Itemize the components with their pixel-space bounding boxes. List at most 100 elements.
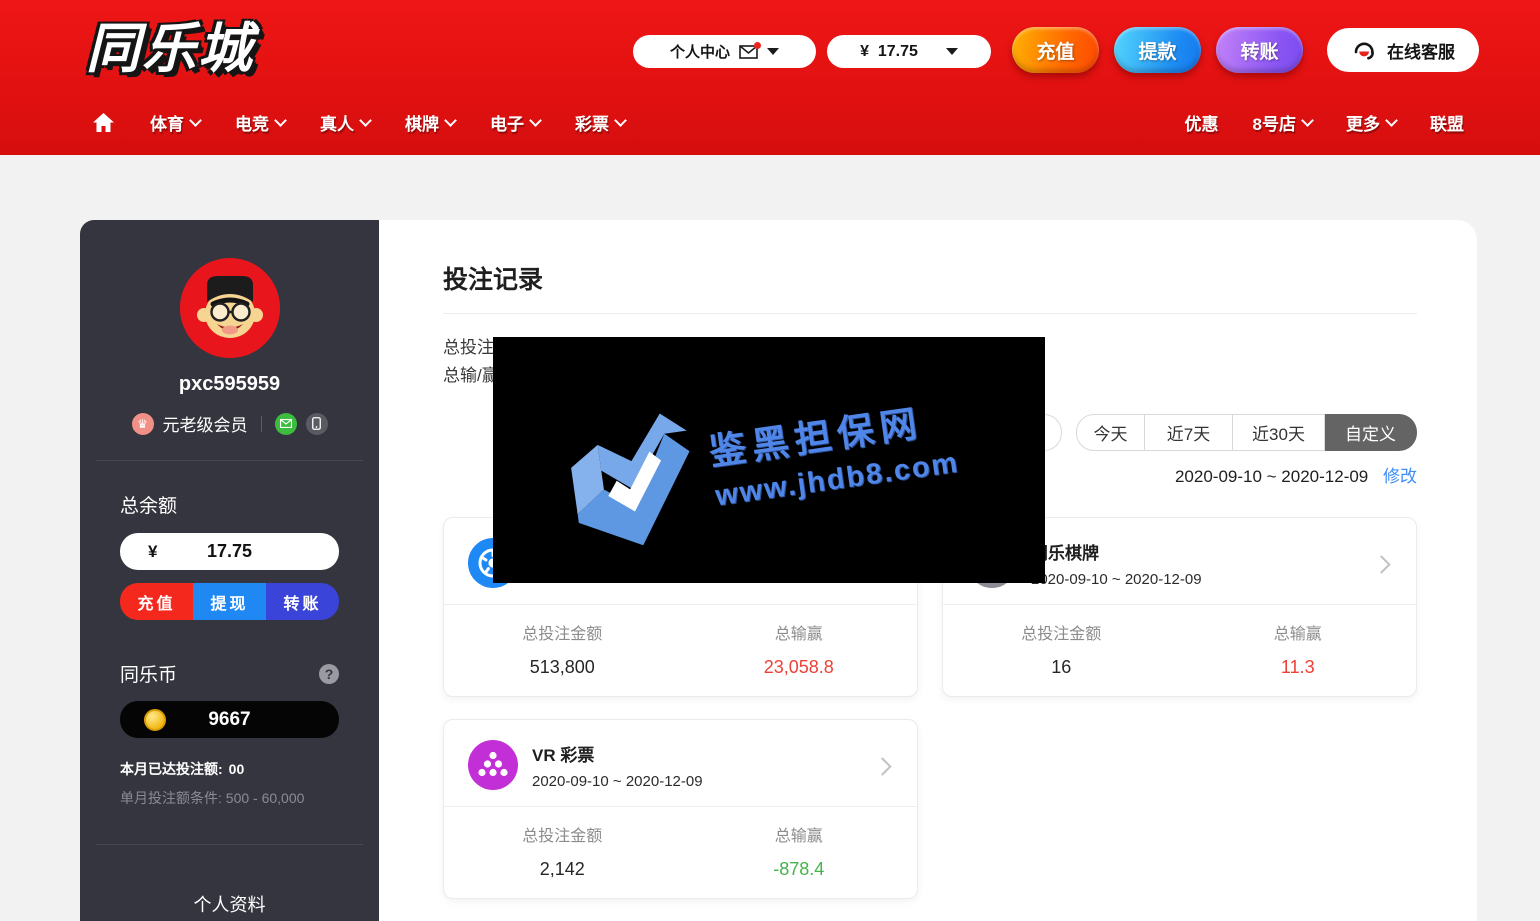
- filter-today[interactable]: 今天: [1076, 414, 1145, 451]
- sidebar-menu: 个人资料 提现账户 消息中心: [80, 891, 379, 921]
- card-stats: 总投注金额 513,800 总输赢 23,058.8: [444, 620, 917, 678]
- modify-link[interactable]: 修改: [1383, 467, 1417, 486]
- home-button[interactable]: [92, 112, 115, 133]
- page-title: 投注记录: [443, 220, 1417, 296]
- help-icon[interactable]: ?: [319, 664, 339, 684]
- recharge-button[interactable]: 充值: [1012, 27, 1099, 73]
- currency-symbol: ¥: [148, 542, 157, 562]
- member-level: 元老级会员: [163, 411, 248, 436]
- sidebar-recharge-button[interactable]: 充值: [120, 583, 193, 620]
- nav-chess[interactable]: 棋牌: [405, 110, 455, 135]
- nav-live[interactable]: 真人: [320, 110, 370, 135]
- withdraw-button[interactable]: 提款: [1114, 27, 1201, 73]
- mail-icon: [739, 45, 758, 59]
- divider: [261, 416, 262, 432]
- chevron-down-icon: [189, 114, 202, 127]
- notification-dot: [754, 42, 761, 49]
- mail-verified-icon[interactable]: [275, 413, 297, 435]
- card-texts: 同乐棋牌 2020-09-10 ~ 2020-12-09: [1031, 539, 1202, 588]
- home-icon: [92, 112, 115, 133]
- nav-right: 优惠 8号店 更多 联盟: [1185, 110, 1464, 135]
- avatar-cartoon: [180, 258, 280, 358]
- card-date: 2020-09-10 ~ 2020-12-09: [532, 773, 703, 790]
- chevron-down-icon: [529, 114, 542, 127]
- nav-more[interactable]: 更多: [1346, 110, 1396, 135]
- bet-amount-value: 513,800: [444, 657, 681, 678]
- bet-amount-value: 2,142: [444, 859, 681, 880]
- coin-balance-field: 9667: [120, 701, 339, 738]
- chevron-down-icon: [444, 114, 457, 127]
- divider: [443, 313, 1417, 314]
- transfer-button[interactable]: 转账: [1216, 27, 1303, 73]
- card-texts: VR 彩票 2020-09-10 ~ 2020-12-09: [532, 741, 703, 790]
- card-title: VR 彩票: [532, 741, 703, 766]
- filter-7days[interactable]: 近7天: [1145, 414, 1233, 451]
- chevron-down-icon: [767, 48, 779, 55]
- sidebar-item-profile[interactable]: 个人资料: [194, 891, 266, 917]
- divider: [444, 806, 917, 807]
- site-logo[interactable]: 同乐城: [86, 4, 254, 83]
- nav-promotions[interactable]: 优惠: [1185, 110, 1219, 135]
- winloss-value: -878.4: [681, 859, 918, 880]
- balance-dropdown[interactable]: ¥ 17.75: [827, 35, 991, 68]
- date-filter-group: 今天 近7天 近30天 自定义: [1076, 414, 1417, 451]
- sidebar-transfer-button[interactable]: 转账: [266, 583, 339, 620]
- chevron-down-icon: [946, 48, 958, 55]
- sidebar-withdraw-button[interactable]: 提现: [193, 583, 266, 620]
- balance-text: ¥ 17.75: [860, 43, 918, 61]
- sidebar: pxc595959 ♛ 元老级会员 总余额 ¥ 17.75 充值 提现 转账: [80, 220, 379, 921]
- wallet-buttons: 充值 提现 转账: [120, 583, 339, 620]
- username: pxc595959: [80, 373, 379, 396]
- divider: [96, 844, 363, 845]
- bet-amount-value: 16: [943, 657, 1180, 678]
- customer-service-button[interactable]: 在线客服: [1327, 28, 1479, 72]
- watermark-logo: [557, 397, 706, 559]
- watermark: 鉴黑担保网 www.jhdb8.com: [557, 361, 965, 559]
- main-nav: 体育 电竞 真人 棋牌 电子 彩票 优惠 8号店 更多 联盟: [0, 92, 1540, 152]
- member-badge-row: ♛ 元老级会员: [80, 411, 379, 436]
- bet-amount-label: 总投注金额: [444, 822, 681, 846]
- coin-label: 同乐币: [120, 660, 177, 687]
- total-balance-field[interactable]: ¥ 17.75: [120, 533, 339, 570]
- card-vr-lottery[interactable]: VR 彩票 2020-09-10 ~ 2020-12-09 总投注金额 2,14…: [443, 719, 918, 899]
- header: 同乐城 个人中心 ¥ 17.75 充值 提款 转账 在线客服: [0, 0, 1540, 155]
- avatar[interactable]: [180, 258, 280, 358]
- lottery-balls-icon: [468, 740, 518, 790]
- divider: [444, 604, 917, 605]
- bet-amount-label: 总投注金额: [943, 620, 1180, 644]
- card-head: VR 彩票 2020-09-10 ~ 2020-12-09: [444, 720, 917, 806]
- chevron-down-icon: [359, 114, 372, 127]
- winloss-label: 总输赢: [681, 620, 918, 644]
- crown-icon: ♛: [132, 413, 154, 435]
- phone-verified-icon[interactable]: [306, 413, 328, 435]
- winloss-value: 11.3: [1180, 657, 1417, 678]
- chevron-down-icon: [274, 114, 287, 127]
- user-center-dropdown[interactable]: 个人中心: [633, 35, 816, 68]
- card-stats: 总投注金额 2,142 总输赢 -878.4: [444, 822, 917, 880]
- card-date: 2020-09-10 ~ 2020-12-09: [1031, 571, 1202, 588]
- filter-custom[interactable]: 自定义: [1325, 414, 1417, 451]
- date-range: 2020-09-10 ~ 2020-12-09: [1175, 467, 1368, 486]
- nav-shop8[interactable]: 8号店: [1253, 110, 1312, 135]
- total-balance-label: 总余额: [120, 491, 339, 518]
- watermark-text: 鉴黑担保网 www.jhdb8.com: [705, 387, 961, 512]
- winloss-value: 23,058.8: [681, 657, 918, 678]
- chevron-down-icon: [1301, 114, 1314, 127]
- monthly-requirement-line: 单月投注额条件: 500 - 60,000: [120, 788, 339, 808]
- chevron-down-icon: [614, 114, 627, 127]
- nav-sports[interactable]: 体育: [150, 110, 200, 135]
- nav-esports[interactable]: 电竞: [235, 110, 285, 135]
- nav-left: 体育 电竞 真人 棋牌 电子 彩票: [92, 110, 625, 135]
- nav-lottery[interactable]: 彩票: [575, 110, 625, 135]
- nav-slots[interactable]: 电子: [490, 110, 540, 135]
- chevron-down-icon: [1385, 114, 1398, 127]
- divider: [943, 604, 1416, 605]
- customer-service-label: 在线客服: [1387, 38, 1455, 63]
- headset-icon: [1351, 37, 1377, 63]
- watermark-overlay: 鉴黑担保网 www.jhdb8.com: [493, 337, 1045, 583]
- user-center-label: 个人中心: [670, 41, 730, 62]
- coin-row: 同乐币 ?: [120, 660, 339, 687]
- winloss-label: 总输赢: [681, 822, 918, 846]
- filter-30days[interactable]: 近30天: [1233, 414, 1325, 451]
- nav-alliance[interactable]: 联盟: [1430, 110, 1464, 135]
